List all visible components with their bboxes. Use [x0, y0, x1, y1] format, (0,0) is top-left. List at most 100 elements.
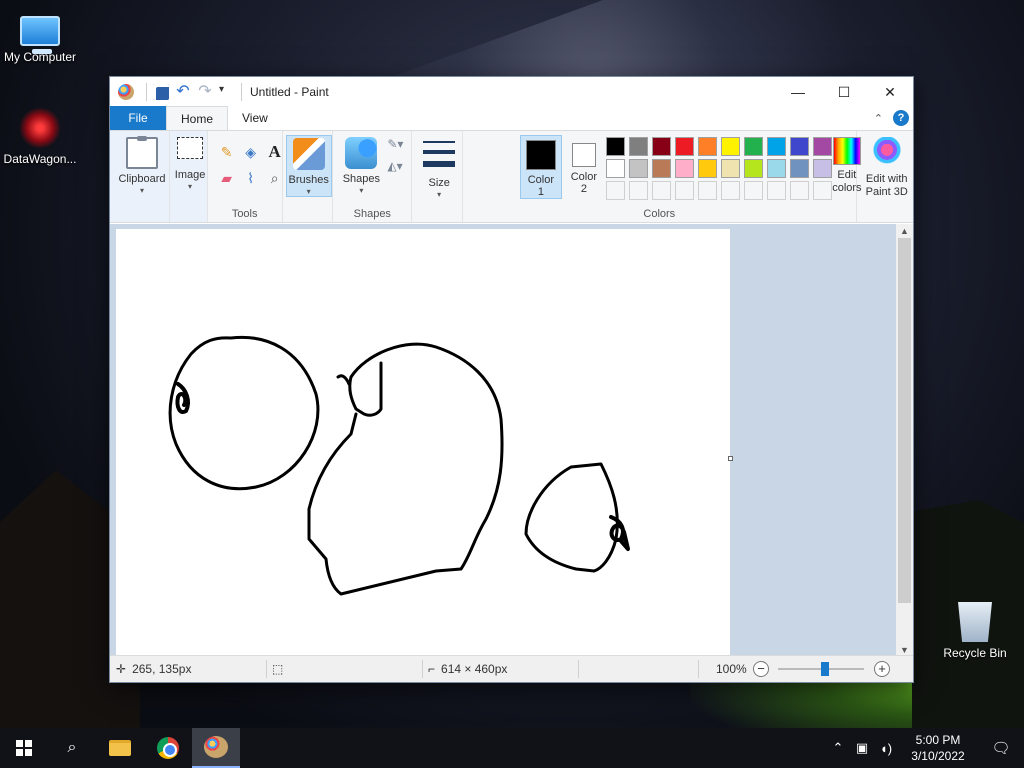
customize-quick-access-icon[interactable]: ▾	[219, 84, 229, 100]
palette-swatch[interactable]	[628, 181, 648, 200]
palette-row	[605, 159, 832, 178]
palette-swatch[interactable]	[628, 137, 648, 156]
shapes-label: Shapes	[342, 173, 381, 185]
palette-swatch[interactable]	[697, 159, 717, 178]
desktop-icon-recycle-bin[interactable]: Recycle Bin	[935, 602, 1015, 660]
fill-bucket-icon[interactable]: ◈	[240, 141, 262, 163]
pencil-icon[interactable]: ✎	[216, 141, 238, 163]
palette-swatch[interactable]	[605, 159, 625, 178]
show-hidden-icons-icon[interactable]: ⌃	[826, 740, 850, 756]
size-button[interactable]: Size ▾	[413, 135, 465, 217]
help-icon[interactable]: ?	[893, 110, 909, 126]
color-picker-icon[interactable]: ⌇	[240, 167, 262, 189]
file-explorer-button[interactable]	[96, 728, 144, 768]
group-brushes: Brushes ▾	[283, 131, 334, 222]
scrollbar-thumb[interactable]	[898, 238, 911, 603]
drawing-canvas[interactable]	[116, 229, 733, 657]
palette-swatch[interactable]	[720, 137, 740, 156]
paint-app-icon[interactable]	[118, 84, 134, 100]
palette-swatch[interactable]	[605, 181, 625, 200]
palette-swatch[interactable]	[743, 159, 763, 178]
palette-swatch[interactable]	[697, 137, 717, 156]
minimize-ribbon-icon[interactable]: ⌃	[874, 112, 883, 125]
desktop-icon-my-computer[interactable]: My Computer	[0, 8, 80, 64]
tab-file[interactable]: File	[110, 106, 166, 130]
zoom-in-button[interactable]: +	[874, 661, 890, 677]
canvas-resize-handle[interactable]	[728, 456, 733, 461]
vertical-scrollbar[interactable]: ▲ ▼	[896, 224, 913, 657]
palette-swatch[interactable]	[720, 181, 740, 200]
palette-swatch[interactable]	[651, 137, 671, 156]
palette-swatch[interactable]	[674, 159, 694, 178]
title-bar[interactable]: ↶ ↷ ▾ Untitled - Paint — ☐ ✕	[110, 77, 913, 107]
palette-swatch[interactable]	[720, 159, 740, 178]
clock-date: 3/10/2022	[911, 749, 965, 763]
ribbon-home: Clipboard ▾ Image ▾ ✎ ◈ A ▰ ⌇ ⌕ Tools Br…	[110, 131, 913, 223]
search-icon: ⌕	[67, 739, 77, 756]
shapes-button[interactable]: Shapes ▾	[335, 135, 387, 217]
clipboard-button[interactable]: Clipboard ▾	[116, 135, 168, 217]
maximize-button[interactable]: ☐	[821, 77, 867, 107]
minimize-button[interactable]: —	[775, 77, 821, 107]
recycle-bin-icon	[958, 602, 992, 642]
monitor-icon	[20, 16, 60, 54]
palette-swatch[interactable]	[766, 181, 786, 200]
colors-group-label: Colors	[643, 208, 676, 220]
divider	[266, 660, 267, 678]
palette-swatch[interactable]	[789, 181, 809, 200]
divider	[241, 83, 242, 101]
palette-swatch[interactable]	[766, 159, 786, 178]
scroll-up-icon[interactable]: ▲	[896, 224, 913, 238]
eraser-icon[interactable]: ▰	[216, 167, 238, 189]
paint3d-line1: Edit with	[865, 173, 908, 185]
line-width-icon	[423, 141, 456, 173]
fill-icon[interactable]: ◭▾	[387, 159, 402, 173]
tab-home[interactable]: Home	[166, 106, 229, 130]
palette-swatch[interactable]	[674, 181, 694, 200]
edit-with-paint3d-button[interactable]: Edit with Paint 3D	[861, 135, 913, 217]
chevron-down-icon: ▾	[306, 187, 311, 196]
palette-swatch[interactable]	[674, 137, 694, 156]
tab-view[interactable]: View	[228, 106, 282, 130]
palette-swatch[interactable]	[651, 181, 671, 200]
palette-swatch[interactable]	[651, 159, 671, 178]
brushes-button[interactable]: Brushes ▾	[285, 135, 332, 197]
chrome-button[interactable]	[144, 728, 192, 768]
undo-icon[interactable]: ↶	[175, 84, 191, 100]
close-button[interactable]: ✕	[867, 77, 913, 107]
color1-button[interactable]: Color 1	[519, 135, 562, 199]
taskbar: ⌕ ⌃ ▣ ◖) 5:00 PM 3/10/2022 🗨	[0, 728, 1024, 768]
start-button[interactable]	[0, 728, 48, 768]
volume-icon[interactable]: ◖)	[874, 741, 898, 756]
redo-icon[interactable]: ↷	[197, 84, 213, 100]
palette-swatch[interactable]	[628, 159, 648, 178]
zoom-out-button[interactable]: −	[753, 661, 769, 677]
outline-icon[interactable]: ✎▾	[387, 137, 403, 151]
brush-icon	[292, 138, 325, 170]
notification-icon[interactable]: 🗨	[978, 739, 1024, 757]
status-bar: ✛ 265, 135px ⬚ ⌐ 614 × 460px 100% − +	[110, 655, 913, 682]
desktop-icon-datawagon[interactable]: DataWagon...	[0, 108, 80, 166]
color2-button[interactable]: Color 2	[563, 135, 605, 199]
palette-swatch[interactable]	[743, 137, 763, 156]
zoom-slider-thumb[interactable]	[821, 662, 830, 676]
chevron-down-icon: ▾	[359, 186, 364, 195]
quick-access-toolbar: ↶ ↷ ▾	[110, 83, 242, 101]
ribbon-right-controls: ⌃ ?	[874, 110, 909, 126]
palette-swatch[interactable]	[743, 181, 763, 200]
network-icon[interactable]: ▣	[850, 740, 874, 756]
group-colors: Color 1 Color 2 Edit colors Colors	[463, 131, 862, 222]
clock[interactable]: 5:00 PM 3/10/2022	[898, 732, 978, 764]
palette-swatch[interactable]	[766, 137, 786, 156]
palette-swatch[interactable]	[605, 137, 625, 156]
palette-swatch[interactable]	[789, 159, 809, 178]
palette-swatch[interactable]	[789, 137, 809, 156]
desktop-icon-label: DataWagon...	[3, 152, 77, 166]
save-icon[interactable]	[153, 84, 169, 100]
paint-taskbar-button[interactable]	[192, 728, 240, 768]
datawagon-icon	[18, 108, 62, 148]
search-button[interactable]: ⌕	[48, 728, 96, 768]
palette-swatch[interactable]	[697, 181, 717, 200]
brushes-label: Brushes	[288, 174, 329, 186]
canvas-size-text: 614 × 460px	[441, 662, 508, 676]
